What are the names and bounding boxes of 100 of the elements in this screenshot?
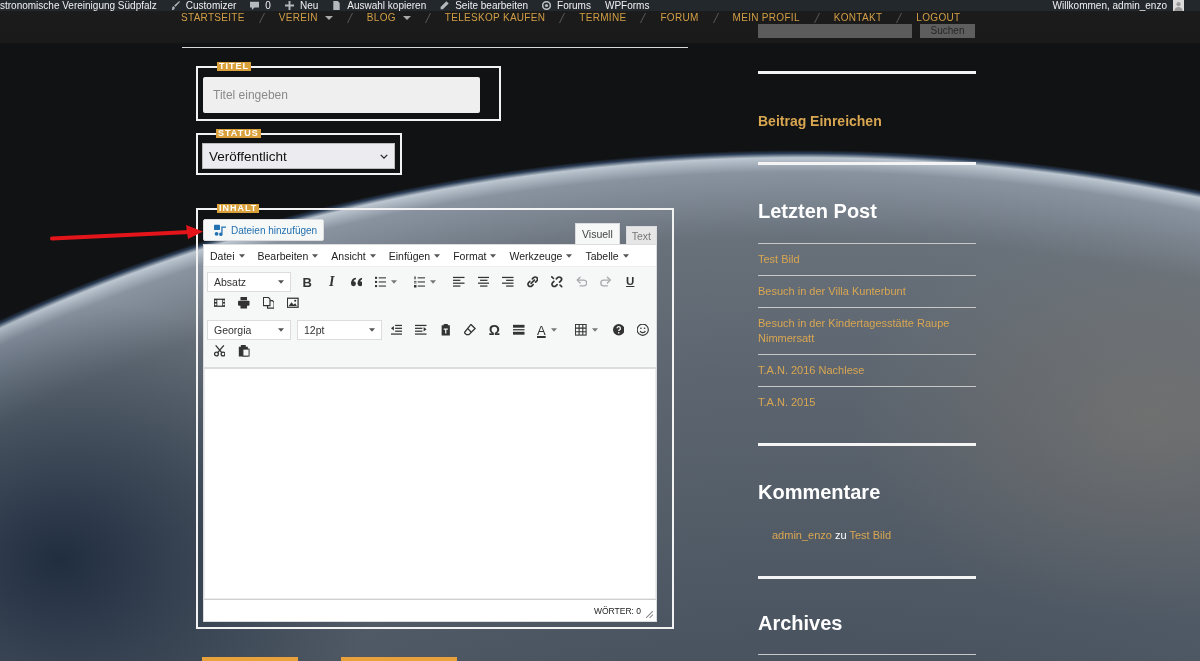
text-color-button[interactable]: A (531, 320, 570, 340)
nav-link[interactable]: FORUM (660, 11, 699, 24)
undo-icon (575, 276, 587, 288)
caret-icon (369, 253, 376, 258)
special-character-button[interactable]: Ω (482, 320, 507, 340)
content-legend: INHALT (217, 204, 260, 213)
admin-bar-link[interactable]: WPForms (604, 0, 650, 11)
add-media-button[interactable]: Dateien hinzufügen (203, 219, 324, 241)
nav-link[interactable]: KONTAKT (833, 11, 883, 24)
caret-icon (278, 280, 284, 284)
eraser-icon (464, 324, 476, 336)
ring-icon (542, 1, 552, 10)
align-center-icon (477, 276, 489, 288)
caret-icon (550, 328, 557, 332)
search-input[interactable] (758, 24, 912, 38)
nav-link[interactable]: BLOG (366, 11, 411, 24)
caret-icon (238, 253, 245, 258)
title-input[interactable]: Titel eingeben (203, 77, 480, 113)
slash-separator-icon (346, 12, 353, 23)
nav-link[interactable]: VEREIN (278, 11, 333, 24)
scissors-icon (213, 345, 225, 357)
bold-button[interactable]: B (295, 272, 320, 292)
resize-handle-icon[interactable] (646, 611, 653, 618)
align-left-icon (453, 276, 465, 288)
nav-link[interactable]: MEIN PROFIL (732, 11, 800, 24)
editor-menu-item[interactable]: Werkzeuge (508, 249, 574, 262)
editor-mode-tab[interactable]: Visuell (575, 223, 620, 244)
word-count: WÖRTER: 0 (593, 605, 641, 616)
font-size-select[interactable]: 12pt (297, 320, 382, 340)
slash-separator-icon (640, 12, 647, 23)
caret-icon (369, 328, 375, 332)
align-right-icon (502, 276, 514, 288)
comment-icon (250, 1, 260, 10)
nav-link[interactable]: TERMINE (579, 11, 627, 24)
printer-icon (238, 297, 250, 309)
account-link[interactable]: Willkommen, admin_enzo (1052, 0, 1184, 11)
admin-bar-link[interactable]: Forums (542, 0, 591, 11)
editor-menu-item[interactable]: Tabelle (584, 249, 630, 262)
editor-menu-item[interactable]: Ansicht (330, 249, 377, 262)
avatar-icon (1173, 0, 1184, 11)
media-icon (214, 224, 226, 236)
slash-separator-icon (258, 12, 265, 23)
table-icon (575, 324, 587, 336)
nav-link[interactable]: STARTSEITE (181, 11, 245, 24)
editor-menu-item[interactable]: Format (452, 249, 498, 262)
nav-link[interactable]: LOGOUT (916, 11, 961, 24)
pencil-icon (440, 1, 450, 10)
widget-title: Archives (758, 611, 844, 636)
paragraph-format-select[interactable]: Absatz (207, 272, 291, 292)
admin-bar-link[interactable]: 0 (250, 0, 271, 11)
title-legend: TITEL (217, 62, 251, 71)
caret-icon (566, 253, 573, 258)
caret-icon (278, 328, 284, 332)
link-icon (526, 276, 538, 288)
unlink-icon (551, 276, 563, 288)
caret-icon (312, 253, 319, 258)
plus-icon (284, 1, 294, 10)
admin-bar-link[interactable]: Customizer (170, 0, 237, 11)
admin-bar-link[interactable]: Seite bearbeiten (440, 0, 529, 11)
caret-icon (430, 280, 436, 284)
film-icon (213, 297, 225, 309)
editor-mode-tab[interactable]: Text (625, 226, 657, 244)
slash-separator-icon (424, 12, 431, 23)
status-select[interactable]: Veröffentlicht (202, 143, 395, 169)
bullet-list-icon (374, 276, 386, 288)
caret-icon (402, 15, 411, 20)
document-icon (332, 1, 342, 10)
chevron-icon (380, 153, 388, 159)
site-name-link[interactable]: stronomische Vereinigung Südpfalz (0, 0, 157, 11)
admin-bar-link[interactable]: Neu (284, 0, 319, 11)
numbered-list-icon (413, 276, 425, 288)
horizontal-line-icon (513, 324, 525, 336)
outdent-icon (390, 324, 402, 336)
caret-icon (324, 15, 333, 20)
brush-icon (170, 1, 180, 10)
status-legend: STATUS (216, 129, 261, 138)
slash-separator-icon (712, 12, 719, 23)
clipboard-icon (238, 345, 250, 357)
widget-title: Letzten Post (758, 199, 878, 224)
slash-separator-icon (813, 12, 820, 23)
smiley-icon (637, 324, 649, 336)
copy-icon (262, 297, 274, 309)
clipboard-text-icon (439, 324, 451, 336)
slash-separator-icon (559, 12, 566, 23)
editor-menu-item[interactable]: Bearbeiten (256, 249, 320, 262)
caret-icon (490, 253, 497, 258)
caret-icon (622, 253, 629, 258)
caret-icon (391, 280, 397, 284)
nav-link[interactable]: TELESKOP KAUFEN (444, 11, 546, 24)
indent-icon (415, 324, 427, 336)
image-icon (287, 297, 299, 309)
quote-icon (350, 276, 362, 288)
underline-button[interactable]: U (618, 272, 643, 292)
admin-bar-link[interactable]: Auswahl kopieren (332, 0, 427, 11)
recent-comment: admin_enzo zu Test Bild (772, 528, 893, 543)
font-family-select[interactable]: Georgia (207, 320, 291, 340)
italic-button[interactable]: I (319, 272, 344, 292)
submit-post-link[interactable]: Beitrag Einreichen (758, 112, 882, 130)
editor-menu-item[interactable]: Datei (209, 249, 246, 262)
editor-menu-item[interactable]: Einfügen (387, 249, 442, 262)
